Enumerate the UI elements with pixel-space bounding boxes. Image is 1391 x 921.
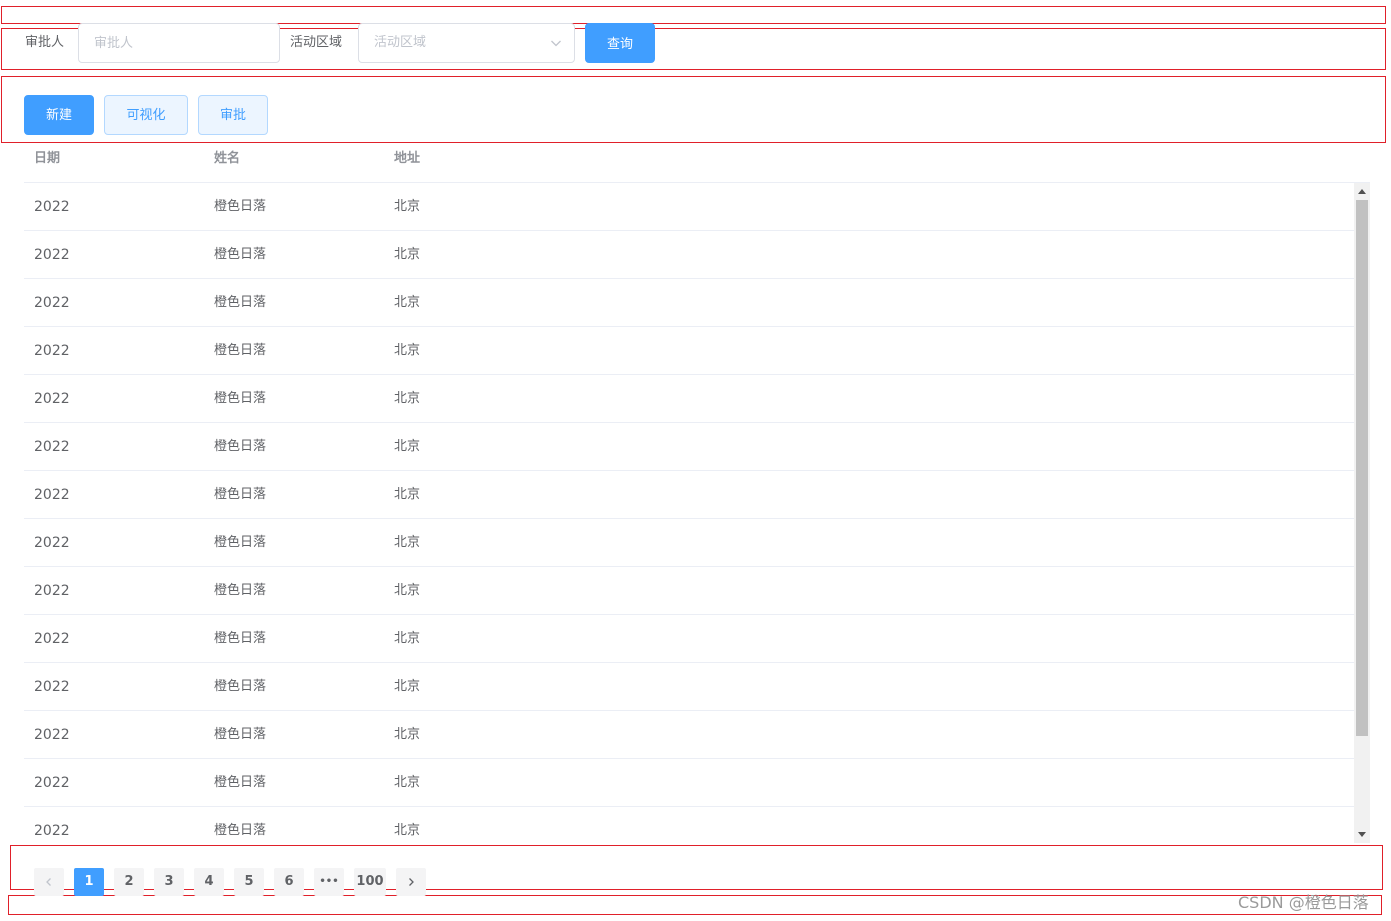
cell-name: 橙色日落 — [214, 823, 267, 838]
table-row[interactable]: 2022 橙色日落 北京 — [24, 615, 1354, 663]
chevron-down-icon — [551, 40, 561, 47]
table-row[interactable]: 2022 橙色日落 北京 — [24, 183, 1354, 231]
cell-date: 2022 — [34, 631, 70, 647]
scrollbar-thumb[interactable] — [1356, 200, 1368, 736]
cell-date: 2022 — [34, 679, 70, 695]
cell-name: 橙色日落 — [214, 247, 267, 262]
pagination-more-button[interactable]: ••• — [314, 868, 344, 896]
cell-name: 橙色日落 — [214, 631, 267, 646]
table-row[interactable]: 2022 橙色日落 北京 — [24, 375, 1354, 423]
cell-address: 北京 — [394, 631, 421, 646]
query-button[interactable]: 查询 — [585, 23, 655, 63]
cell-address: 北京 — [394, 535, 421, 550]
cell-date: 2022 — [34, 583, 70, 599]
cell-address: 北京 — [394, 295, 421, 310]
cell-name: 橙色日落 — [214, 343, 267, 358]
visualize-button[interactable]: 可视化 — [104, 95, 188, 135]
cell-name: 橙色日落 — [214, 199, 267, 214]
pagination-prev-button[interactable] — [34, 868, 64, 896]
cell-name: 橙色日落 — [214, 439, 267, 454]
approver-label: 审批人 — [25, 35, 65, 50]
cell-name: 橙色日落 — [214, 487, 267, 502]
scroll-up-arrow-icon[interactable] — [1358, 189, 1366, 194]
cell-date: 2022 — [34, 247, 70, 263]
cell-name: 橙色日落 — [214, 583, 267, 598]
cell-address: 北京 — [394, 775, 421, 790]
table-row[interactable]: 2022 橙色日落 北京 — [24, 807, 1354, 843]
cell-name: 橙色日落 — [214, 295, 267, 310]
cell-address: 北京 — [394, 727, 421, 742]
new-button[interactable]: 新建 — [24, 95, 94, 135]
table-row[interactable]: 2022 橙色日落 北京 — [24, 423, 1354, 471]
pagination-page-6[interactable]: 6 — [274, 868, 304, 896]
approve-button[interactable]: 审批 — [198, 95, 268, 135]
chevron-right-icon — [409, 877, 414, 886]
table-row[interactable]: 2022 橙色日落 北京 — [24, 327, 1354, 375]
cell-address: 北京 — [394, 679, 421, 694]
approver-input[interactable] — [78, 23, 280, 63]
cell-date: 2022 — [34, 535, 70, 551]
cell-date: 2022 — [34, 487, 70, 503]
cell-date: 2022 — [34, 439, 70, 455]
region-label: 活动区域 — [290, 35, 343, 50]
cell-address: 北京 — [394, 343, 421, 358]
table-row[interactable]: 2022 橙色日落 北京 — [24, 567, 1354, 615]
pagination-page-3[interactable]: 3 — [154, 868, 184, 896]
outline-box-bottom — [8, 895, 1382, 915]
cell-name: 橙色日落 — [214, 727, 267, 742]
cell-address: 北京 — [394, 583, 421, 598]
cell-name: 橙色日落 — [214, 775, 267, 790]
pagination-page-5[interactable]: 5 — [234, 868, 264, 896]
pagination-page-1[interactable]: 1 — [74, 868, 104, 896]
table-header: 日期 姓名 地址 — [24, 143, 1370, 183]
cell-address: 北京 — [394, 199, 421, 214]
pagination-page-4[interactable]: 4 — [194, 868, 224, 896]
pagination-page-100[interactable]: 100 — [354, 868, 386, 896]
cell-date: 2022 — [34, 391, 70, 407]
cell-date: 2022 — [34, 199, 70, 215]
region-select-placeholder: 活动区域 — [374, 35, 427, 50]
table-row[interactable]: 2022 橙色日落 北京 — [24, 231, 1354, 279]
cell-address: 北京 — [394, 487, 421, 502]
vertical-scrollbar[interactable] — [1354, 183, 1370, 843]
cell-name: 橙色日落 — [214, 679, 267, 694]
pagination: 1 2 3 4 5 6 ••• 100 — [0, 868, 1391, 896]
cell-date: 2022 — [34, 727, 70, 743]
column-header-date[interactable]: 日期 — [34, 151, 60, 167]
table-row[interactable]: 2022 橙色日落 北京 — [24, 279, 1354, 327]
table-row[interactable]: 2022 橙色日落 北京 — [24, 471, 1354, 519]
pagination-page-2[interactable]: 2 — [114, 868, 144, 896]
cell-date: 2022 — [34, 343, 70, 359]
table-row[interactable]: 2022 橙色日落 北京 — [24, 663, 1354, 711]
cell-address: 北京 — [394, 247, 421, 262]
cell-date: 2022 — [34, 823, 70, 839]
cell-name: 橙色日落 — [214, 535, 267, 550]
pagination-next-button[interactable] — [396, 868, 426, 896]
table-row[interactable]: 2022 橙色日落 北京 — [24, 759, 1354, 807]
table-rows: 2022 橙色日落 北京 2022 橙色日落 北京 2022 橙色日落 北京 2… — [24, 183, 1354, 843]
column-header-address[interactable]: 地址 — [394, 151, 420, 167]
table-row[interactable]: 2022 橙色日落 北京 — [24, 519, 1354, 567]
cell-address: 北京 — [394, 439, 421, 454]
cell-date: 2022 — [34, 775, 70, 791]
watermark-text: CSDN @橙色日落 — [1238, 893, 1369, 912]
outline-box-top — [1, 6, 1386, 24]
column-header-name[interactable]: 姓名 — [214, 151, 240, 167]
cell-address: 北京 — [394, 391, 421, 406]
table-body[interactable]: 2022 橙色日落 北京 2022 橙色日落 北京 2022 橙色日落 北京 2… — [24, 183, 1370, 843]
page: 审批人 活动区域 活动区域 查询 新建 可视化 审批 日期 姓名 地址 2022… — [0, 0, 1391, 921]
cell-address: 北京 — [394, 823, 421, 838]
scroll-down-arrow-icon[interactable] — [1358, 832, 1366, 837]
cell-name: 橙色日落 — [214, 391, 267, 406]
chevron-left-icon — [46, 877, 51, 886]
cell-date: 2022 — [34, 295, 70, 311]
table-row[interactable]: 2022 橙色日落 北京 — [24, 711, 1354, 759]
region-select[interactable]: 活动区域 — [358, 23, 575, 63]
